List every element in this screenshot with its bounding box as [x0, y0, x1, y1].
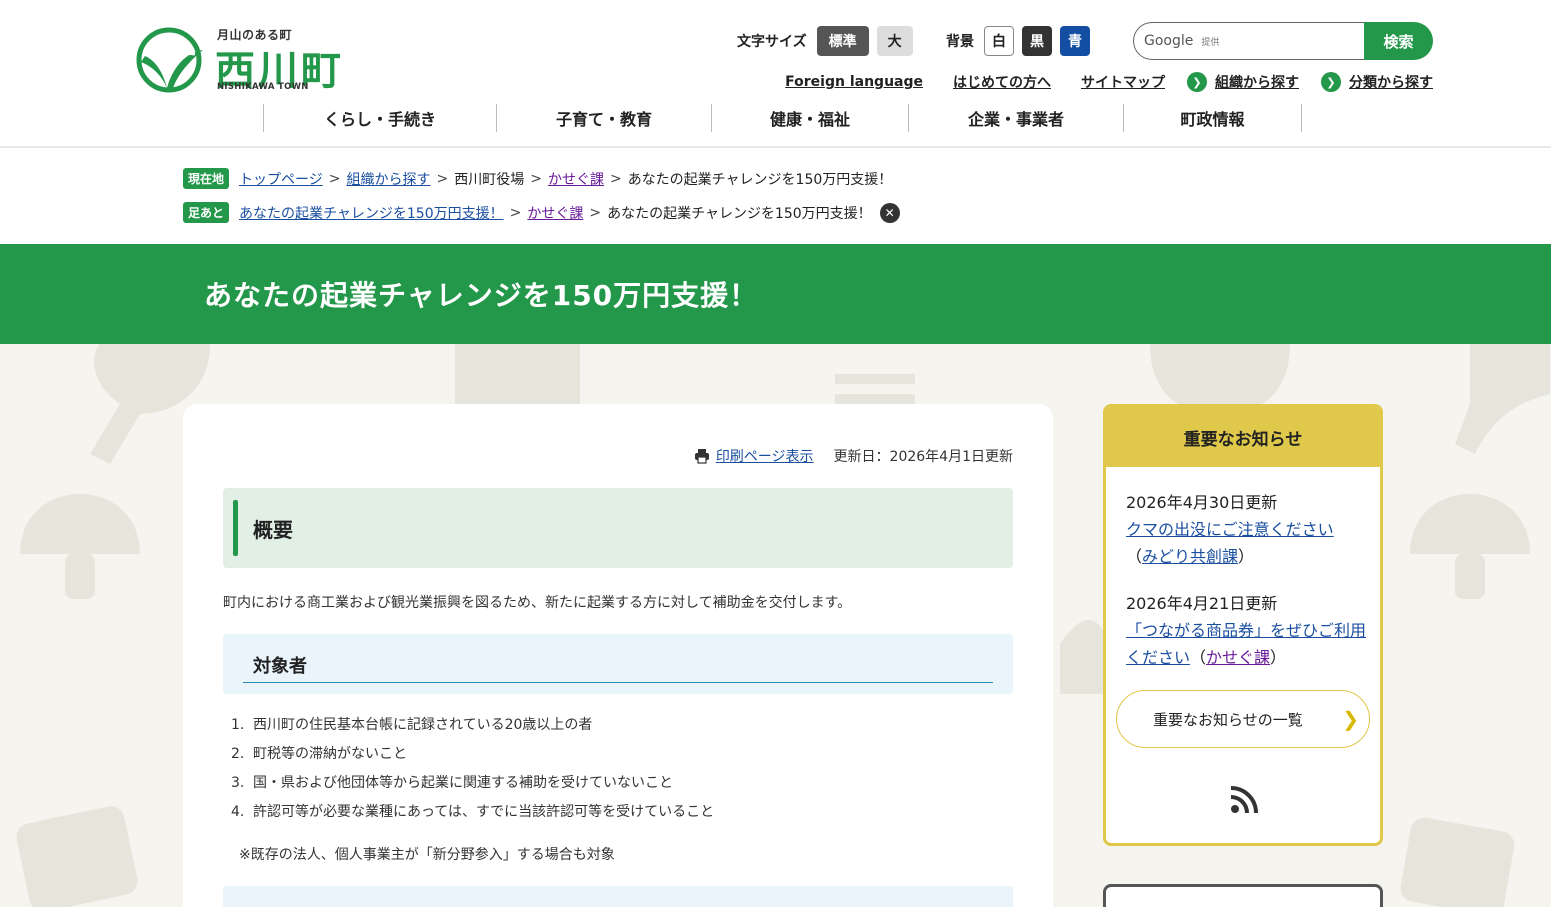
target-list: 1. 西川町の住民基本台帳に記録されている20歳以上の者 2. 町税等の滞納がないこ…: [231, 714, 714, 830]
heading-text: 対象者: [253, 656, 307, 677]
global-nav: くらし・手続き 子育て・教育 健康・福祉 企業・事業者 町政情報: [263, 104, 1302, 132]
printer-icon: [694, 449, 709, 464]
site-logo[interactable]: 月山のある町 西川町 NISHIKAWA TOWN: [133, 24, 353, 94]
sitemap-link[interactable]: サイトマップ: [1081, 72, 1165, 92]
chevron-right-icon: ❯: [1342, 707, 1359, 731]
gnav-item-life[interactable]: くらし・手続き: [263, 104, 496, 132]
breadcrumb-separator: >: [609, 170, 622, 187]
footprint-badge: 足あと: [183, 202, 230, 223]
overview-paragraph: 町内における商工業および観光業振興を図るため、新たに起業する方に対して補助金を交…: [223, 595, 852, 611]
breadcrumb-link[interactable]: かせぐ課: [548, 169, 604, 189]
header-sublinks: Foreign language はじめての方へ サイトマップ ❯ 組織から探す…: [755, 72, 1433, 92]
first-time-link[interactable]: はじめての方へ: [953, 72, 1051, 92]
notice-item: 2026年4月30日更新 クマの出没にご注意ください （みどり共創課）: [1126, 489, 1366, 570]
notice-date: 2026年4月21日更新: [1126, 594, 1278, 613]
gnav-item-business[interactable]: 企業・事業者: [908, 104, 1123, 132]
rss-icon[interactable]: [1229, 785, 1259, 815]
breadcrumb-here-badge: 現在地: [183, 168, 230, 189]
breadcrumb-separator: >: [436, 170, 449, 187]
heading-underline: [243, 682, 993, 683]
site-header: 月山のある町 西川町 NISHIKAWA TOWN 文字サイズ 標準 大 背景 …: [0, 0, 1551, 148]
footprint-trail: 足あと あなたの起業チャレンジを150万円支援！ > かせぐ課 > あなたの起業…: [183, 202, 900, 223]
notice-dept-wrap: （かせぐ課）: [1190, 648, 1287, 667]
logo-roman: NISHIKAWA TOWN: [217, 82, 309, 92]
target-note: ※既存の法人、個人事業主が「新分野参入」する場合も対象: [239, 847, 615, 863]
breadcrumb-separator: >: [509, 204, 522, 221]
footprint-current: あなたの起業チャレンジを150万円支援！: [607, 205, 872, 222]
notice-dept-link[interactable]: かせぐ課: [1206, 648, 1270, 667]
list-item: 4. 許認可等が必要な業種にあっては、すでに当該許認可等を受けていること: [231, 804, 715, 820]
chevron-right-icon: ❯: [1321, 72, 1341, 92]
list-item: 3. 国・県および他団体等から起業に関連する補助を受けていないこと: [231, 775, 673, 791]
heading-accent-bar: [233, 500, 238, 556]
secondary-sidebar-panel: [1103, 884, 1383, 907]
footprint-link[interactable]: あなたの起業チャレンジを150万円支援！: [239, 203, 504, 223]
breadcrumb-separator: >: [530, 170, 542, 187]
breadcrumb-current: あなたの起業チャレンジを150万円支援！: [627, 171, 893, 188]
font-size-label: 文字サイズ: [737, 34, 807, 50]
notice-title: 重要なお知らせ: [1106, 407, 1380, 467]
google-label: Google: [1144, 33, 1194, 49]
background-black-button[interactable]: 黒: [1022, 26, 1052, 56]
list-item: 1. 西川町の住民基本台帳に記録されている20歳以上の者: [231, 717, 593, 733]
search-by-category-link[interactable]: 分類から探す: [1349, 72, 1433, 92]
page-title: あなたの起業チャレンジを150万円支援！: [204, 279, 759, 312]
background-white-button[interactable]: 白: [984, 26, 1014, 56]
chevron-right-icon: ❯: [1187, 72, 1207, 92]
page-meta: 印刷ページ表示 更新日：2026年4月1日更新: [694, 446, 1013, 466]
page-title-banner: あなたの起業チャレンジを150万円支援！: [0, 244, 1551, 344]
notice-dept-wrap: （みどり共創課）: [1126, 547, 1255, 566]
notice-dept-link[interactable]: みどり共創課: [1142, 547, 1238, 566]
main-content-card: 印刷ページ表示 更新日：2026年4月1日更新 概要 町内における商工業および観…: [183, 404, 1053, 907]
all-notices-button[interactable]: 重要なお知らせの一覧 ❯: [1116, 690, 1370, 748]
section-heading-overview: 概要: [223, 488, 1013, 568]
heading-text: 概要: [253, 518, 293, 542]
gnav-item-health[interactable]: 健康・福祉: [711, 104, 908, 132]
gnav-item-education[interactable]: 子育て・教育: [496, 104, 711, 132]
notice-link[interactable]: クマの出没にご注意ください: [1126, 520, 1334, 539]
foreign-language-link[interactable]: Foreign language: [785, 74, 923, 90]
search-button[interactable]: 検索: [1364, 22, 1433, 60]
site-search: Google 提供 検索: [1133, 22, 1433, 60]
background-blue-button[interactable]: 青: [1060, 26, 1090, 56]
leaf-logo-icon: [136, 27, 203, 93]
search-by-org-link[interactable]: 組織から探す: [1215, 72, 1299, 92]
breadcrumb-separator: >: [328, 170, 341, 187]
google-powered-label: 提供: [1201, 37, 1220, 48]
font-size-switcher: 文字サイズ 標準 大: [737, 26, 921, 56]
list-item: 2. 町税等の滞納がないこと: [231, 746, 407, 762]
section-heading-next: [223, 886, 1013, 907]
all-notices-label: 重要なお知らせの一覧: [1153, 710, 1303, 729]
print-page-link[interactable]: 印刷ページ表示: [716, 446, 814, 466]
font-size-large-button[interactable]: 大: [876, 26, 913, 56]
background-label: 背景: [946, 34, 974, 50]
breadcrumb-link[interactable]: 組織から探す: [346, 169, 430, 189]
breadcrumb: 現在地 トップページ > 組織から探す > 西川町役場 > かせぐ課 > あなた…: [183, 168, 892, 189]
notice-date: 2026年4月30日更新: [1126, 493, 1278, 512]
notice-item: 2026年4月21日更新 「つながる商品券」をぜひご利用ください（かせぐ課）: [1126, 590, 1366, 671]
important-notice-panel: 重要なお知らせ 2026年4月30日更新 クマの出没にご注意ください （みどり共…: [1103, 404, 1383, 846]
breadcrumb-link[interactable]: トップページ: [239, 169, 323, 189]
breadcrumb-text: 西川町役場: [454, 171, 525, 188]
font-size-standard-button[interactable]: 標準: [816, 26, 869, 56]
updated-date: 更新日：2026年4月1日更新: [833, 449, 1013, 465]
gnav-item-government[interactable]: 町政情報: [1123, 104, 1302, 132]
search-input[interactable]: Google 提供: [1133, 22, 1364, 60]
breadcrumb-separator: >: [589, 204, 602, 221]
background-switcher: 背景 白 黒 青: [946, 26, 1098, 56]
section-heading-target: 対象者: [223, 634, 1013, 694]
close-icon[interactable]: ✕: [879, 202, 900, 223]
footprint-link[interactable]: かせぐ課: [527, 203, 583, 223]
